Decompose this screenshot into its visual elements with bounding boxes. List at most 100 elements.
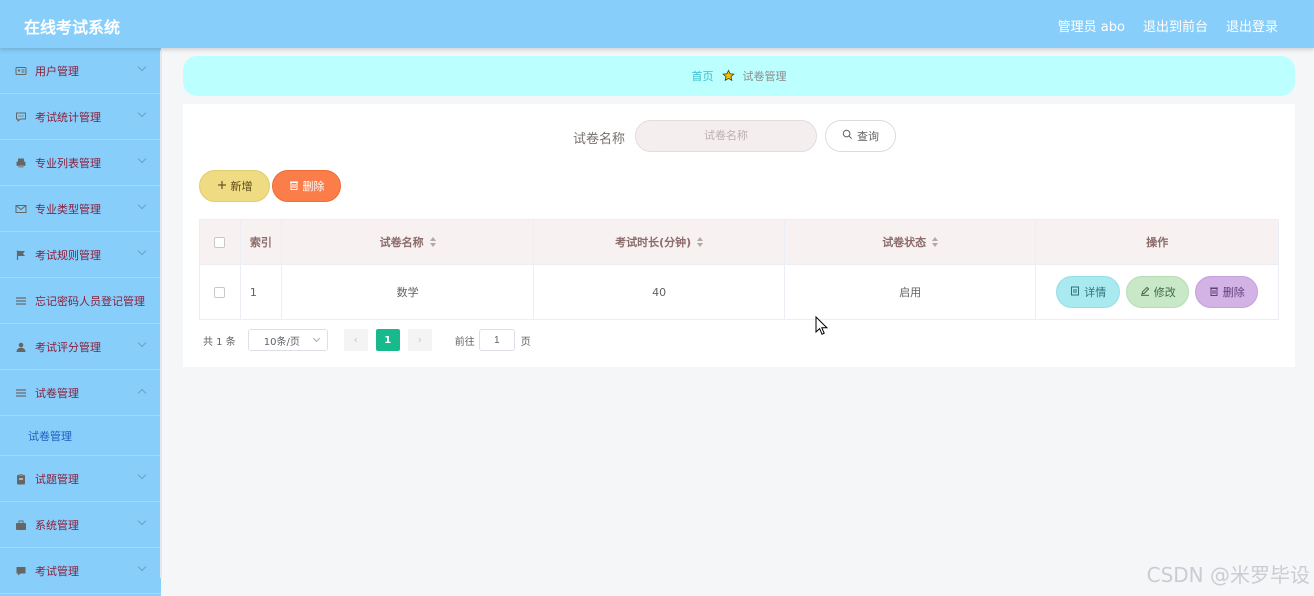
page-size-select[interactable]: 10条/页 (247, 329, 328, 351)
pagination: 共 1 条 10条/页 ‹ 1 › 前往 页 (203, 329, 531, 351)
admin-user-link[interactable]: 管理员 abo (1058, 16, 1125, 35)
flag-icon (15, 249, 27, 261)
row-delete-button-label: 删除 (1222, 286, 1245, 299)
sidebar-item-exam-management[interactable]: 考试管理 (0, 548, 161, 594)
chevron-down-icon (137, 470, 147, 480)
sidebar-item-system-management[interactable]: 系统管理 (0, 502, 161, 548)
pagination-total: 共 1 条 (203, 336, 236, 348)
header-duration[interactable]: 考试时长(分钟) (534, 220, 785, 264)
header-label: 考试时长(分钟) (615, 236, 692, 249)
cell-duration: 40 (534, 265, 785, 319)
batch-delete-button-label: 删除 (302, 180, 325, 193)
cell-index: 1 (241, 265, 282, 319)
query-button[interactable]: 查询 (825, 120, 896, 152)
cell-text: 40 (652, 285, 667, 299)
add-button-label: 新增 (230, 180, 253, 193)
row-checkbox-cell (200, 265, 241, 319)
briefcase-icon (15, 519, 27, 531)
header-paper-name[interactable]: 试卷名称 (282, 220, 535, 264)
sidebar-item-label: 考试管理 (35, 564, 79, 578)
cell-text: 1 (249, 285, 257, 299)
page-size-value: 10条/页 (263, 336, 300, 348)
logout-link[interactable]: 退出登录 (1226, 16, 1278, 35)
clipboard-icon (15, 473, 27, 485)
add-button[interactable]: 新增 (199, 170, 270, 202)
chevron-up-icon (137, 388, 147, 398)
paper-name-search-input[interactable] (635, 120, 817, 152)
content-panel: 试卷名称 查询 新增 删除 索引 试卷名称 考试时长(分钟) 试卷状态 操作 1… (183, 104, 1295, 367)
next-page-button[interactable]: › (407, 329, 432, 351)
cell-paper-name: 数学 (282, 265, 535, 319)
row-checkbox[interactable] (214, 286, 226, 298)
cell-status: 启用 (785, 265, 1037, 319)
select-all-checkbox[interactable] (214, 236, 226, 248)
sidebar-item-exam-stats[interactable]: 考试统计管理 (0, 94, 161, 140)
trash-icon (289, 180, 299, 193)
list-icon (15, 387, 27, 399)
submenu-item-label: 试卷管理 (28, 429, 72, 443)
document-icon (1070, 286, 1080, 299)
sort-icon[interactable] (697, 237, 704, 247)
detail-button-label: 详情 (1084, 286, 1107, 299)
edit-button-label: 修改 (1153, 286, 1176, 299)
sort-icon[interactable] (429, 237, 436, 247)
sidebar-item-forgot-password[interactable]: 忘记密码人员登记管理 (0, 278, 161, 324)
header-label: 索引 (249, 236, 272, 249)
table-header: 索引 试卷名称 考试时长(分钟) 试卷状态 操作 (200, 220, 1278, 265)
chevron-down-icon (137, 200, 147, 210)
sidebar-item-exam-rules[interactable]: 考试规则管理 (0, 232, 161, 278)
sidebar-scrollbar[interactable] (160, 50, 162, 578)
message-icon (15, 565, 27, 577)
page-number-button[interactable]: 1 (375, 329, 400, 351)
sidebar: 用户管理 考试统计管理 专业列表管理 专业类型管理 考试规则管理 忘记密码人员登… (0, 48, 161, 596)
cell-operations: 详情 修改 删除 (1036, 265, 1278, 319)
batch-delete-button[interactable]: 删除 (272, 170, 341, 202)
sidebar-item-exam-scoring[interactable]: 考试评分管理 (0, 324, 161, 370)
sidebar-item-major-type[interactable]: 专业类型管理 (0, 186, 161, 232)
chevron-down-icon (137, 62, 147, 72)
header-label: 试卷名称 (379, 236, 424, 249)
detail-button[interactable]: 详情 (1056, 276, 1121, 308)
sidebar-item-major-list[interactable]: 专业列表管理 (0, 140, 161, 186)
chevron-right-icon: › (417, 334, 422, 346)
page-unit-label: 页 (520, 336, 531, 348)
breadcrumb-home-link[interactable]: 首页 (692, 68, 714, 84)
chevron-down-icon (137, 516, 147, 526)
header-checkbox-cell (200, 220, 241, 264)
list-icon (15, 295, 27, 307)
watermark: CSDN @米罗毕设 (1146, 563, 1310, 587)
edit-icon (1140, 286, 1150, 299)
prev-page-button[interactable]: ‹ (343, 329, 368, 351)
sort-icon[interactable] (932, 237, 939, 247)
chat-icon (15, 111, 27, 123)
sidebar-item-paper-management[interactable]: 试卷管理 (0, 370, 161, 416)
trash-icon (1209, 286, 1219, 299)
sidebar-item-user[interactable]: 用户管理 (0, 48, 161, 94)
search-icon (842, 129, 853, 143)
header-operations: 操作 (1036, 220, 1278, 264)
sidebar-item-label: 专业类型管理 (35, 202, 101, 216)
paper-table: 索引 试卷名称 考试时长(分钟) 试卷状态 操作 1 数学 40 启用 详情 修… (199, 219, 1279, 320)
user-icon (15, 341, 27, 353)
cell-text: 数学 (396, 286, 419, 299)
chevron-down-icon (137, 108, 147, 118)
sidebar-item-label: 试题管理 (35, 472, 79, 486)
star-icon (721, 67, 735, 86)
row-delete-button[interactable]: 删除 (1195, 276, 1259, 308)
mouse-cursor-icon (815, 315, 829, 340)
cell-text: 启用 (899, 286, 922, 299)
chevron-down-icon (312, 334, 320, 343)
edit-button[interactable]: 修改 (1126, 276, 1190, 308)
top-links: 管理员 abo 退出到前台 退出登录 (1058, 16, 1278, 35)
chevron-left-icon: ‹ (353, 334, 358, 346)
sidebar-item-label: 系统管理 (35, 518, 79, 532)
submenu-item-paper-management[interactable]: 试卷管理 (0, 416, 161, 456)
chevron-down-icon (137, 246, 147, 256)
goto-page-input[interactable] (478, 329, 515, 351)
sidebar-item-question-management[interactable]: 试题管理 (0, 456, 161, 502)
sidebar-item-label: 用户管理 (35, 64, 79, 78)
chevron-down-icon (137, 338, 147, 348)
mail-icon (15, 203, 27, 215)
back-to-frontend-link[interactable]: 退出到前台 (1143, 16, 1208, 35)
header-status[interactable]: 试卷状态 (785, 220, 1037, 264)
